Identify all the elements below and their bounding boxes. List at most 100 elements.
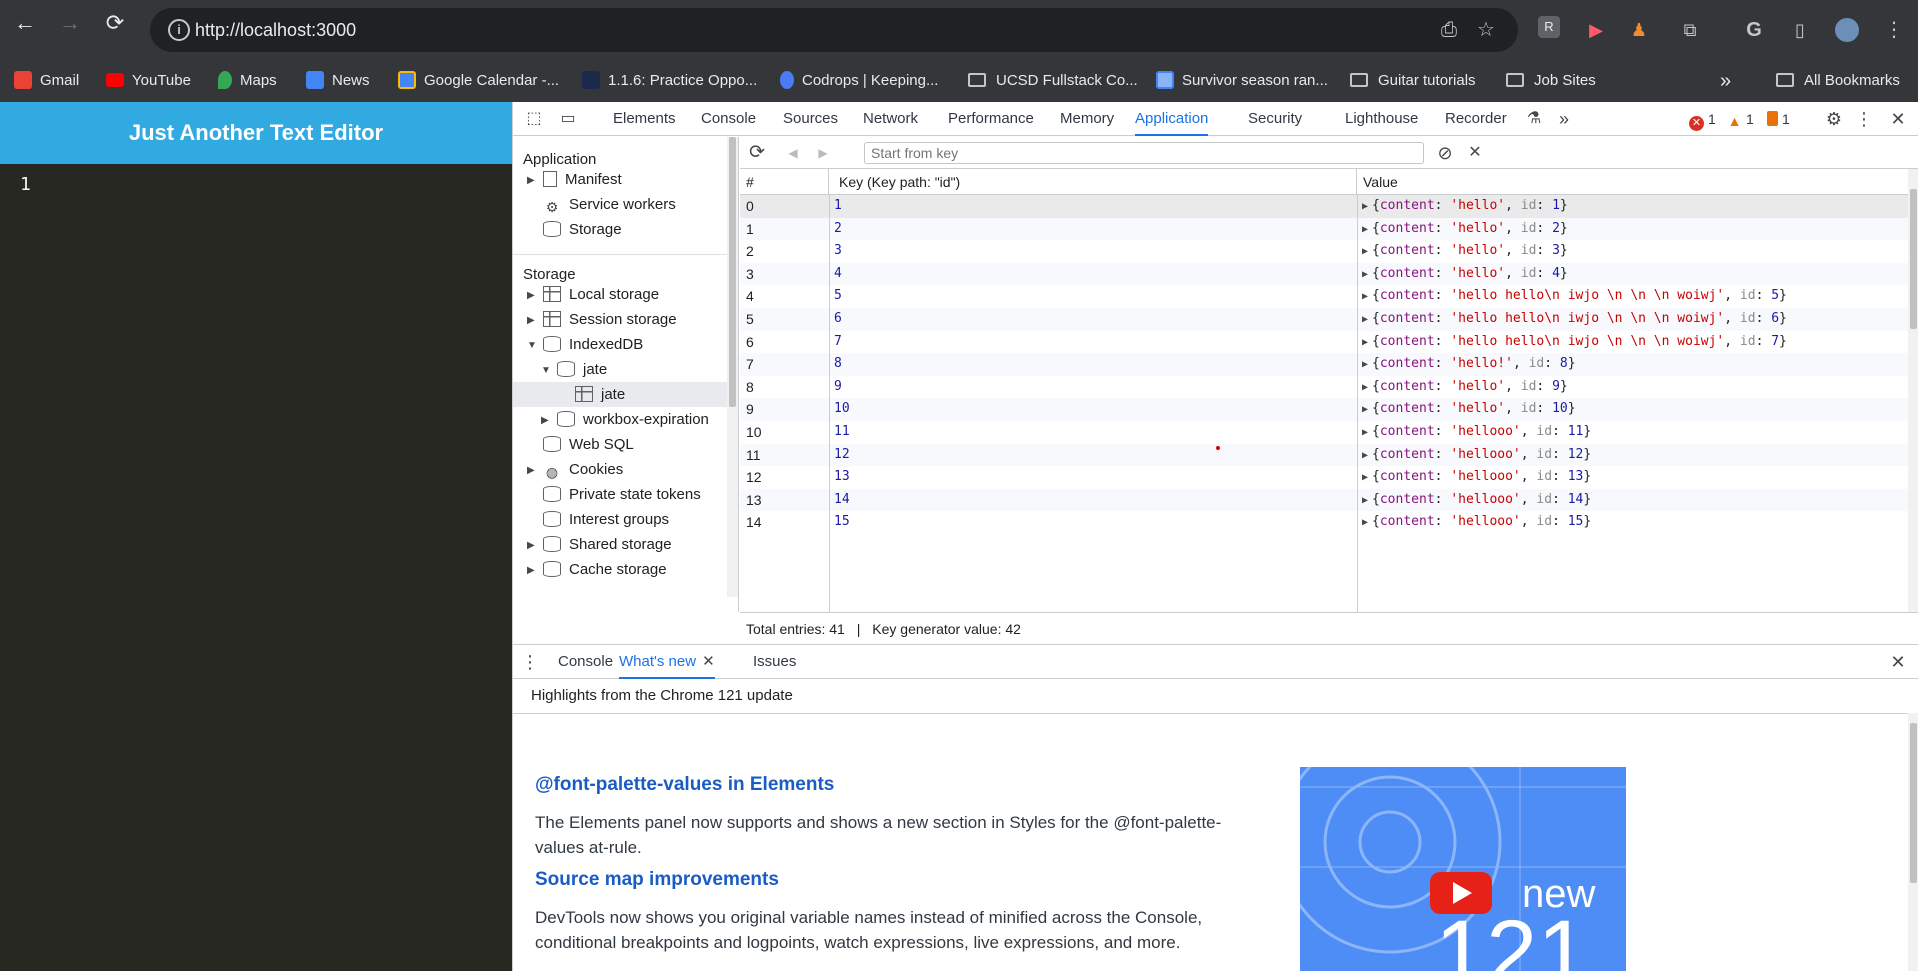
sidebar-item-indexeddb[interactable]: ▼ IndexedDB: [527, 332, 727, 357]
table-row[interactable]: 3 4 ▶ {content: 'hello', id: 4}: [740, 262, 1908, 287]
bookmark-gmail[interactable]: Gmail: [14, 66, 79, 96]
tab-performance[interactable]: Performance: [948, 102, 1034, 136]
table-row[interactable]: 10 11 ▶ {content: 'hellooo', id: 11}: [740, 421, 1908, 444]
row-value[interactable]: ▶ {content: 'hello', id: 1}: [1362, 195, 1568, 219]
site-info-icon[interactable]: i: [168, 19, 190, 41]
tab-security[interactable]: Security: [1248, 102, 1302, 136]
forward-icon[interactable]: →: [55, 8, 85, 38]
expand-arrow-icon[interactable]: ▶: [1362, 427, 1368, 438]
scrollbar-thumb[interactable]: [1910, 189, 1917, 329]
feature-heading[interactable]: @font-palette-values in Elements: [535, 774, 834, 796]
expand-arrow-icon[interactable]: ▶: [1362, 291, 1368, 302]
sidebar-item-storage[interactable]: Storage: [543, 217, 727, 242]
drawer-tab-issues[interactable]: Issues: [753, 645, 796, 679]
expand-arrow-icon[interactable]: ▶: [1362, 314, 1368, 325]
expand-arrow-icon[interactable]: ▶: [1362, 337, 1368, 348]
tab-recorder[interactable]: Recorder: [1445, 102, 1507, 136]
sidebar-item-session-storage[interactable]: ▶ Session storage: [527, 307, 727, 332]
profile-avatar[interactable]: [1835, 18, 1859, 42]
expand-arrow-icon[interactable]: ▶: [527, 533, 539, 558]
expand-arrow-icon[interactable]: ▶: [527, 558, 539, 583]
col-index-header[interactable]: #: [740, 169, 829, 195]
drawer-menu-icon[interactable]: ⋮: [519, 651, 541, 673]
close-drawer-icon[interactable]: ✕: [1887, 651, 1909, 673]
sidebar-item-jate-db[interactable]: ▼ jate: [541, 357, 727, 382]
close-tab-icon[interactable]: ✕: [702, 653, 715, 670]
delete-selected-icon[interactable]: ✕: [1464, 142, 1486, 164]
bookmark-ucsd[interactable]: UCSD Fullstack Co...: [968, 66, 1138, 96]
table-row[interactable]: 11 12 ▶ {content: 'hellooo', id: 12}: [740, 443, 1908, 468]
row-value[interactable]: ▶ {content: 'hello', id: 2}: [1362, 218, 1568, 242]
row-value[interactable]: ▶ {content: 'hello!', id: 8}: [1362, 353, 1576, 377]
table-vertical-scrollbar[interactable]: [1908, 169, 1918, 612]
issues-count[interactable]: 1: [1767, 111, 1790, 127]
expand-arrow-icon[interactable]: ▶: [1362, 517, 1368, 528]
bookmark-news[interactable]: News: [306, 66, 370, 96]
drawer-tab-whats-new[interactable]: What's new ✕: [619, 645, 715, 679]
start-from-key-input[interactable]: [864, 142, 1424, 164]
sidebar-item-local-storage[interactable]: ▶ Local storage: [527, 282, 727, 307]
extensions-puzzle-icon[interactable]: ⧉: [1676, 16, 1704, 44]
side-panel-icon[interactable]: ▯: [1786, 16, 1814, 44]
row-value[interactable]: ▶ {content: 'hello', id: 3}: [1362, 240, 1568, 264]
bookmark-jobs[interactable]: Job Sites: [1506, 66, 1596, 96]
sidebar-item-shared-storage[interactable]: ▶ Shared storage: [527, 532, 727, 557]
error-count[interactable]: ✕ 1: [1689, 111, 1716, 131]
sidebar-item-web-sql[interactable]: Web SQL: [543, 432, 727, 457]
table-row[interactable]: 4 5 ▶ {content: 'hello hello\n iwjo \n \n \…: [740, 285, 1908, 308]
row-value[interactable]: ▶ {content: 'hello', id: 4}: [1362, 263, 1568, 287]
google-icon[interactable]: G: [1740, 16, 1768, 44]
table-row[interactable]: 6 7 ▶ {content: 'hello hello\n iwjo \n \n \…: [740, 331, 1908, 354]
table-row[interactable]: 5 6 ▶ {content: 'hello hello\n iwjo \n \n \…: [740, 308, 1908, 331]
expand-arrow-icon[interactable]: ▶: [1362, 201, 1368, 212]
row-value[interactable]: ▶ {content: 'hellooo', id: 12}: [1362, 444, 1591, 468]
col-value-header[interactable]: Value: [1357, 169, 1908, 195]
bookmark-practice[interactable]: 1.1.6: Practice Oppo...: [582, 66, 757, 96]
bookmark-star-icon[interactable]: ☆: [1472, 16, 1500, 44]
settings-gear-icon[interactable]: ⚙: [1823, 108, 1845, 130]
bookmark-guitar[interactable]: Guitar tutorials: [1350, 66, 1476, 96]
row-value[interactable]: ▶ {content: 'hellooo', id: 13}: [1362, 466, 1591, 490]
row-value[interactable]: ▶ {content: 'hello hello\n iwjo \n \n \n …: [1362, 331, 1787, 355]
expand-arrow-icon[interactable]: ▶: [1362, 246, 1368, 257]
row-value[interactable]: ▶ {content: 'hello hello\n iwjo \n \n \n …: [1362, 285, 1787, 309]
expand-arrow-icon[interactable]: ▶: [1362, 472, 1368, 483]
col-key-header[interactable]: Key (Key path: "id"): [829, 169, 1357, 195]
drawer-vertical-scrollbar[interactable]: [1908, 713, 1918, 971]
refresh-icon[interactable]: ⟳: [746, 142, 768, 164]
next-page-icon[interactable]: ▶: [812, 142, 834, 164]
tab-memory[interactable]: Memory: [1060, 102, 1114, 136]
table-row[interactable]: 7 8 ▶ {content: 'hello!', id: 8}: [740, 353, 1908, 376]
row-value[interactable]: ▶ {content: 'hello', id: 10}: [1362, 398, 1576, 422]
url-text[interactable]: http://localhost:3000: [195, 8, 356, 52]
bookmark-youtube[interactable]: YouTube: [106, 66, 191, 96]
expand-arrow-icon[interactable]: ▶: [527, 458, 539, 483]
row-value[interactable]: ▶ {content: 'hello', id: 9}: [1362, 376, 1568, 400]
all-bookmarks[interactable]: All Bookmarks: [1776, 66, 1900, 96]
feature-heading[interactable]: Source map improvements: [535, 869, 779, 891]
collapse-arrow-icon[interactable]: ▼: [527, 333, 539, 358]
collapse-arrow-icon[interactable]: ▼: [541, 358, 553, 383]
expand-arrow-icon[interactable]: ▶: [527, 168, 539, 193]
expand-arrow-icon[interactable]: ▶: [527, 308, 539, 333]
tab-sources[interactable]: Sources: [783, 102, 838, 136]
table-row[interactable]: 13 14 ▶ {content: 'hellooo', id: 14}: [740, 488, 1908, 513]
table-row[interactable]: 1 2 ▶ {content: 'hello', id: 2}: [740, 217, 1908, 242]
warning-count[interactable]: ▲ 1: [1727, 111, 1754, 129]
row-value[interactable]: ▶ {content: 'hellooo', id: 15}: [1362, 511, 1591, 535]
expand-arrow-icon[interactable]: ▶: [1362, 359, 1368, 370]
previous-page-icon[interactable]: ◀: [782, 142, 804, 164]
reload-icon[interactable]: ⟳: [100, 8, 130, 38]
inspect-element-icon[interactable]: ⬚: [523, 108, 545, 130]
tab-network[interactable]: Network: [863, 102, 918, 136]
sidebar-item-cookies[interactable]: ▶ ◍ Cookies: [527, 457, 727, 482]
table-row[interactable]: 14 15 ▶ {content: 'hellooo', id: 15}: [740, 511, 1908, 534]
row-value[interactable]: ▶ {content: 'hellooo', id: 14}: [1362, 489, 1591, 513]
expand-arrow-icon[interactable]: ▶: [541, 408, 553, 433]
bookmark-calendar[interactable]: Google Calendar -...: [398, 66, 559, 96]
bookmark-codrops[interactable]: Codrops | Keeping...: [780, 66, 938, 96]
table-row[interactable]: 9 10 ▶ {content: 'hello', id: 10}: [740, 398, 1908, 421]
expand-arrow-icon[interactable]: ▶: [1362, 224, 1368, 235]
sidebar-item-service-workers[interactable]: ⚙ Service workers: [543, 192, 727, 217]
scrollbar-thumb[interactable]: [1910, 723, 1917, 883]
